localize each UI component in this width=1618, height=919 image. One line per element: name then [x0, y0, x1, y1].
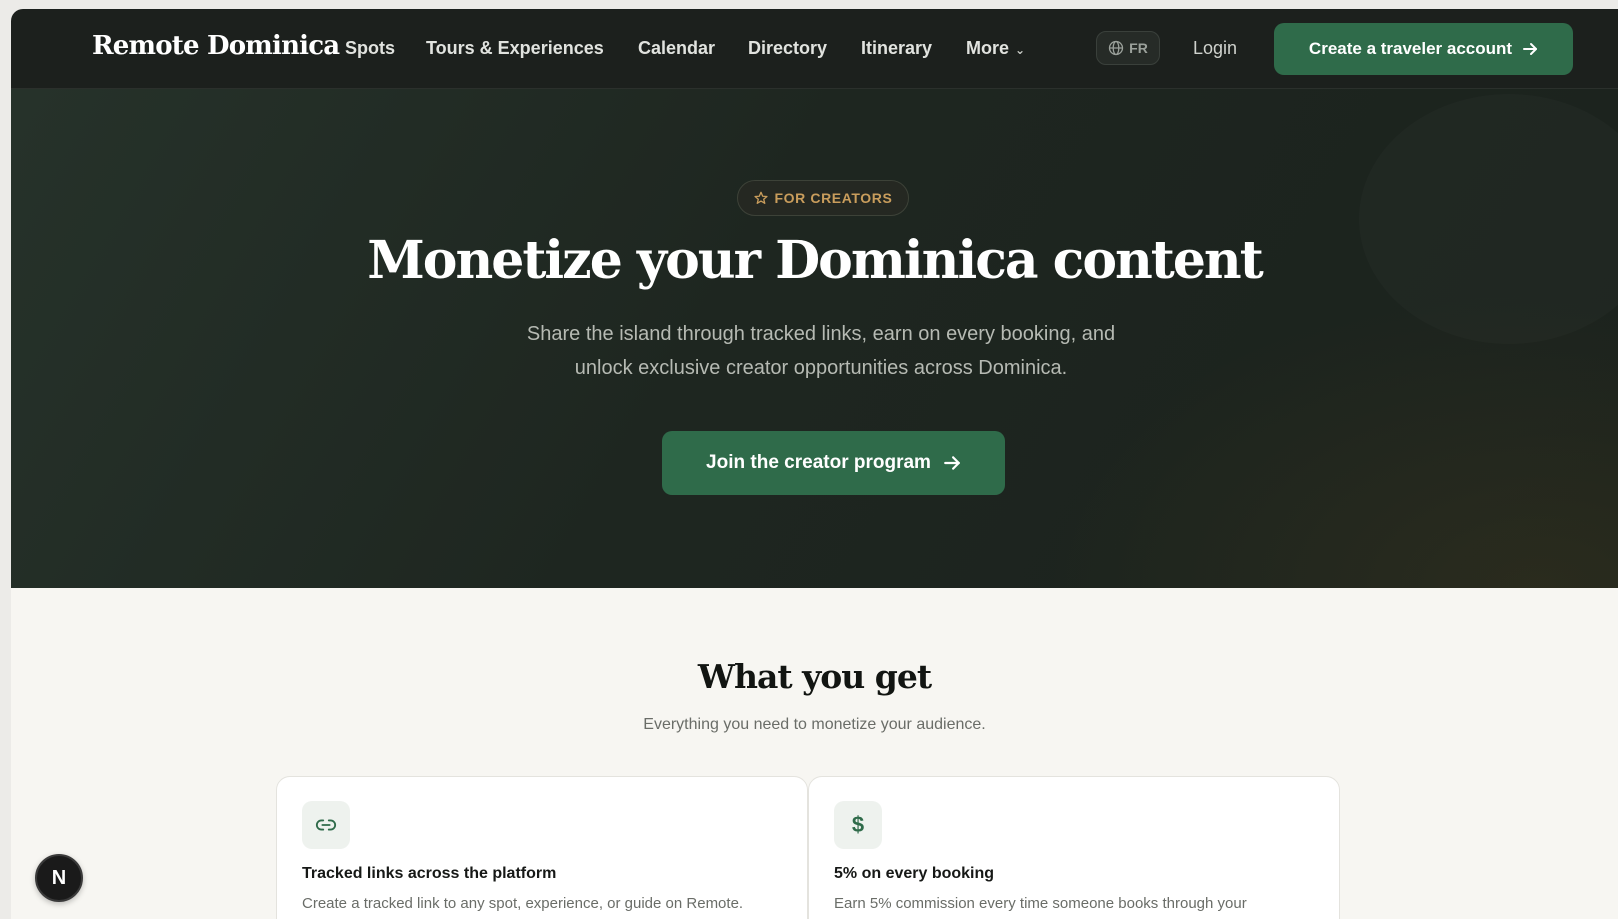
language-switcher[interactable]: FR: [1096, 31, 1160, 65]
feature-card-tracked-links: Tracked links across the platform Create…: [276, 776, 808, 919]
create-traveler-account-button[interactable]: Create a traveler account: [1274, 23, 1573, 75]
card-title: 5% on every booking: [834, 865, 995, 882]
hero-title: Monetize your Dominica content: [367, 230, 1263, 291]
section-title: What you get: [697, 657, 932, 696]
nav-link-calendar[interactable]: Calendar: [638, 38, 715, 59]
chevron-down-icon: ⌄: [1015, 43, 1026, 57]
nav-link-tours[interactable]: Tours & Experiences: [426, 38, 604, 59]
badge-label: FOR CREATORS: [774, 190, 893, 206]
create-account-label: Create a traveler account: [1308, 39, 1513, 58]
join-creator-program-button[interactable]: Join the creator program: [662, 431, 1005, 495]
brand-logo[interactable]: Remote Dominica: [92, 31, 340, 61]
arrow-right-icon: [944, 456, 960, 470]
nav-more-dropdown[interactable]: More ⌄: [966, 38, 1025, 59]
section-subtitle: Everything you need to monetize your aud…: [643, 716, 986, 733]
link-icon: [302, 801, 350, 849]
arrow-right-icon: [1523, 43, 1538, 55]
decorative-circle: [1359, 94, 1618, 344]
browser-viewport: Remote Dominica Spots Tours & Experience…: [11, 9, 1618, 919]
language-label: FR: [1129, 40, 1148, 56]
feature-card-commission: $ 5% on every booking Earn 5% commission…: [808, 776, 1340, 919]
nextjs-dev-indicator-button[interactable]: N: [35, 854, 83, 902]
top-nav: Remote Dominica Spots Tours & Experience…: [11, 9, 1618, 89]
login-link[interactable]: Login: [1193, 38, 1237, 59]
nav-more-label: More: [966, 38, 1010, 58]
globe-icon: [1109, 40, 1124, 56]
nav-link-spots[interactable]: Spots: [345, 38, 395, 59]
hero-subtitle-line-2: unlock exclusive creator opportunities a…: [574, 357, 1068, 379]
star-icon: [753, 191, 768, 204]
nav-link-itinerary[interactable]: Itinerary: [861, 38, 932, 59]
hero-subtitle-line-1: Share the island through tracked links, …: [526, 323, 1116, 345]
for-creators-badge: FOR CREATORS: [737, 180, 909, 216]
card-description: Create a tracked link to any spot, exper…: [302, 895, 744, 912]
card-description: Earn 5% commission every time someone bo…: [834, 895, 1247, 912]
hero-section: FOR CREATORS Monetize your Dominica cont…: [11, 89, 1618, 588]
card-title: Tracked links across the platform: [302, 865, 557, 882]
join-button-label: Join the creator program: [706, 452, 931, 473]
hero-subtitle: Share the island through tracked links, …: [491, 317, 1151, 385]
nav-link-directory[interactable]: Directory: [748, 38, 827, 59]
dollar-icon: $: [834, 801, 882, 849]
